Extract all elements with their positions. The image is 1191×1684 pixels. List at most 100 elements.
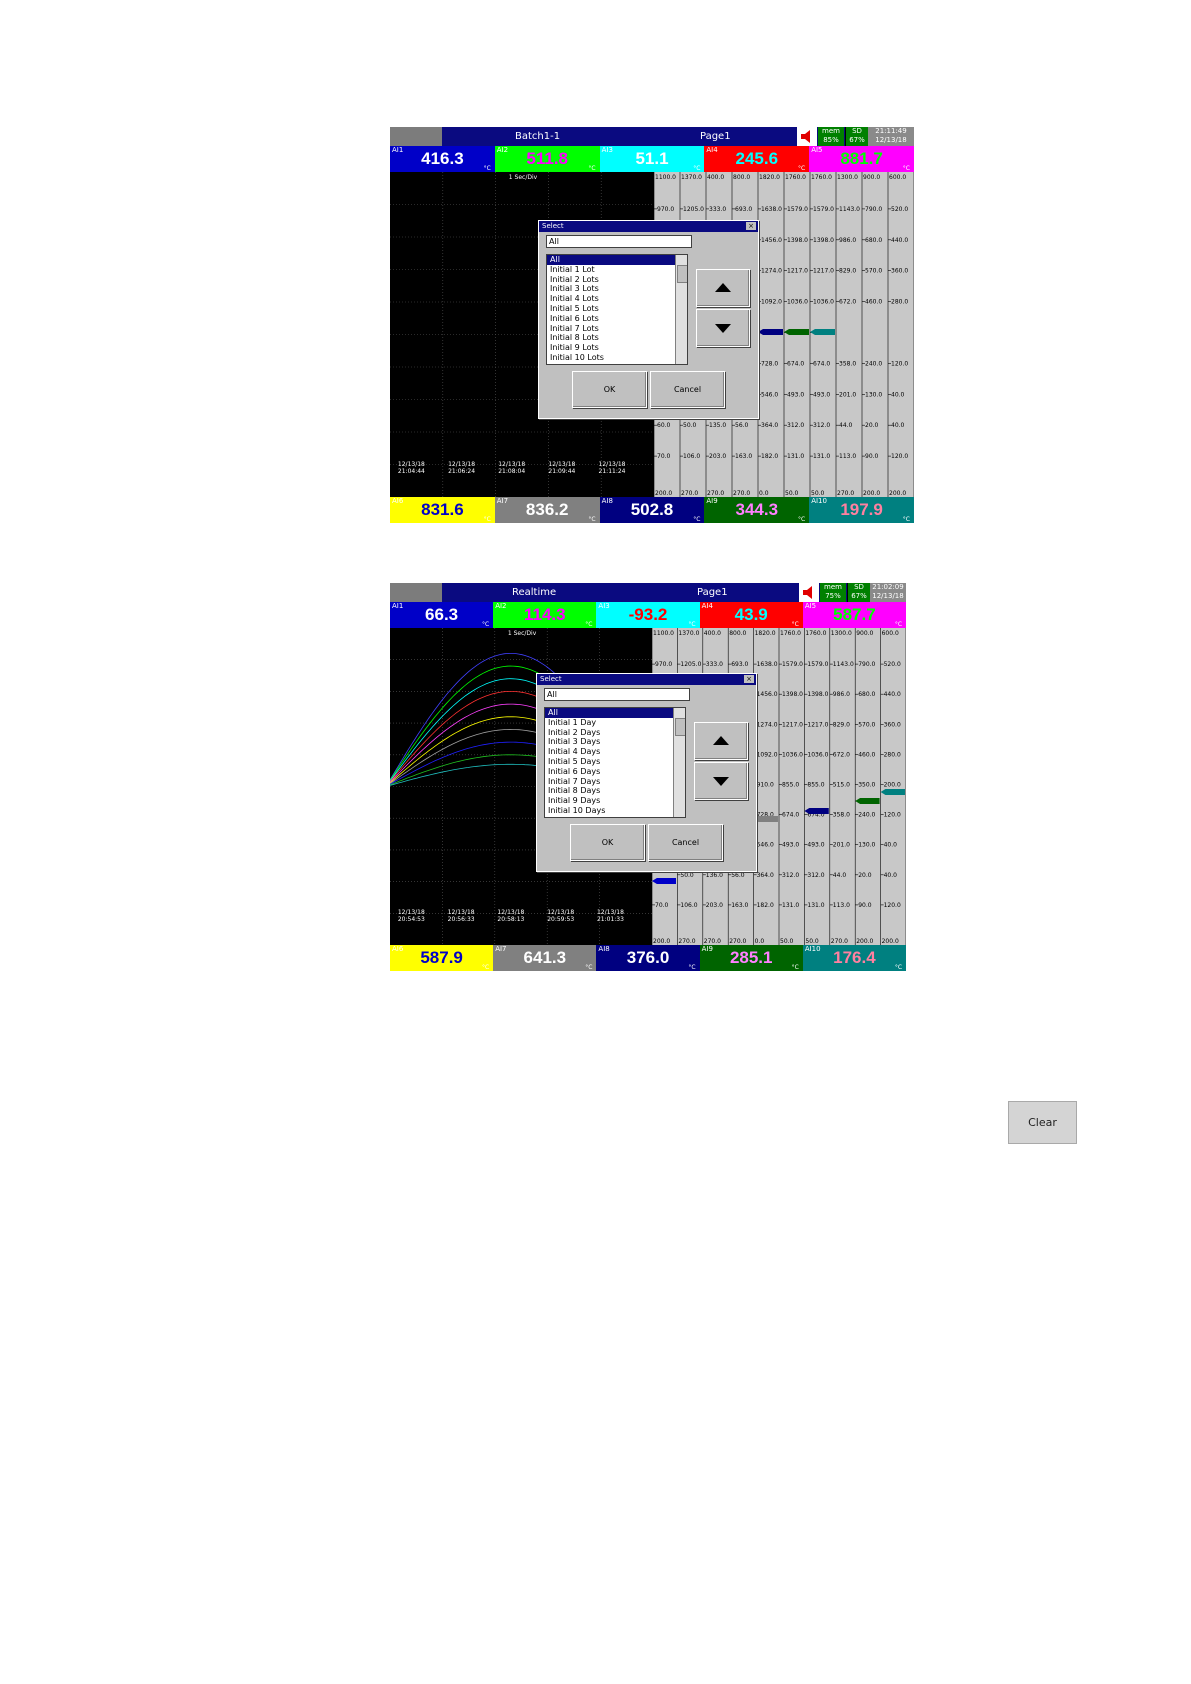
list-item[interactable]: Initial 3 Days	[545, 737, 685, 747]
scale-tick-label: 674.0	[787, 360, 804, 367]
scroll-thumb[interactable]	[675, 718, 685, 736]
selection-list[interactable]: All Initial 1 Day Initial 2 Days Initial 3 …	[544, 707, 686, 818]
channel-unit: °C	[791, 964, 799, 971]
scale-tick-label: 493.0	[813, 391, 830, 398]
list-item[interactable]: Initial 9 Lots	[547, 343, 687, 353]
scale-tick-label: 520.0	[884, 661, 901, 668]
filter-input[interactable]: All	[544, 688, 690, 701]
scale-tick-label: 131.0	[807, 902, 824, 909]
channel-tile[interactable]: AI9 285.1 °C	[699, 945, 803, 971]
scale-tick-label: 1205.0	[680, 661, 701, 668]
bottom-value-row: AI6 587.9 °C AI7 641.3 °C AI8 376.0 °C AI9 285.1 °C…	[390, 945, 906, 971]
time-label: 12/13/18 21:04:44	[398, 461, 425, 475]
scale-tick-label: 1398.0	[782, 691, 803, 698]
scale-tick-label: 1456.0	[757, 691, 778, 698]
scale-tick-label: 693.0	[735, 206, 752, 213]
scale-tick-label: 200.0	[856, 938, 873, 945]
channel-tile[interactable]: AI6 831.6 °C	[390, 497, 495, 523]
channel-tile[interactable]: AI8 376.0 °C	[596, 945, 700, 971]
channel-unit: °C	[482, 621, 490, 628]
channel-tile[interactable]: AI4 43.9 °C	[699, 602, 803, 628]
channel-tile[interactable]: AI5 587.7 °C	[802, 602, 906, 628]
time-label-time: 20:56:33	[447, 916, 475, 923]
list-item[interactable]: Initial 5 Lots	[547, 304, 687, 314]
scale-tick-label: 600.0	[889, 174, 906, 181]
channel-tile[interactable]: AI1 416.3 °C	[390, 146, 495, 172]
cancel-button[interactable]: Cancel	[650, 371, 725, 408]
channel-tile[interactable]: AI7 836.2 °C	[494, 497, 600, 523]
list-scrollbar[interactable]	[675, 255, 687, 364]
scale-tick-label: 1760.0	[785, 174, 806, 181]
list-item[interactable]: Initial 2 Lots	[547, 275, 687, 285]
channel-tile[interactable]: AI7 641.3 °C	[493, 945, 597, 971]
scale-tick-label: 200.0	[884, 782, 901, 789]
channel-unit: °C	[482, 964, 490, 971]
channel-tile[interactable]: AI9 344.3 °C	[704, 497, 810, 523]
cancel-button[interactable]: Cancel	[648, 824, 723, 861]
channel-tile[interactable]: AI1 66.3 °C	[390, 602, 494, 628]
filter-input[interactable]: All	[546, 235, 692, 248]
scale-tick-label: 900.0	[863, 174, 880, 181]
list-item[interactable]: All	[545, 708, 685, 718]
list-item[interactable]: Initial 6 Lots	[547, 314, 687, 324]
scale-tick-label: 106.0	[680, 902, 697, 909]
channel-value: 511.8	[526, 149, 568, 168]
ok-button[interactable]: OK	[570, 824, 645, 861]
channel-tile[interactable]: AI2 114.3 °C	[493, 602, 597, 628]
list-item[interactable]: Initial 3 Lots	[547, 284, 687, 294]
time-label: 12/13/18 21:09:44	[548, 461, 575, 475]
clear-button[interactable]: Clear	[1008, 1101, 1077, 1144]
scroll-up-button[interactable]	[694, 722, 748, 760]
scale-tick-label: 520.0	[891, 206, 908, 213]
scroll-thumb[interactable]	[677, 265, 687, 283]
channel-tile[interactable]: AI4 245.6 °C	[704, 146, 810, 172]
speaker-icon[interactable]	[797, 127, 817, 146]
selection-list[interactable]: All Initial 1 Lot Initial 2 Lots Initial 3 …	[546, 254, 688, 365]
channel-marker	[855, 798, 880, 804]
list-item[interactable]: Initial 6 Days	[545, 767, 685, 777]
list-item[interactable]: Initial 8 Days	[545, 786, 685, 796]
sd-label: SD	[852, 127, 862, 135]
channel-tile[interactable]: AI8 502.8 °C	[599, 497, 705, 523]
list-item[interactable]: Initial 1 Lot	[547, 265, 687, 275]
list-item[interactable]: All	[547, 255, 687, 265]
scale-tick-label: 986.0	[839, 237, 856, 244]
channel-tile[interactable]: AI10 197.9 °C	[809, 497, 914, 523]
channel-unit: °C	[585, 964, 593, 971]
channel-tile[interactable]: AI3 51.1 °C	[599, 146, 705, 172]
close-icon[interactable]: ×	[746, 222, 756, 230]
list-scrollbar[interactable]	[673, 708, 685, 817]
scale-tick-label: 546.0	[757, 842, 774, 849]
scale-tick-label: 800.0	[733, 174, 750, 181]
list-item[interactable]: Initial 8 Lots	[547, 333, 687, 343]
list-item[interactable]: Initial 1 Day	[545, 718, 685, 728]
scale-tick-label: 200.0	[863, 490, 880, 497]
channel-tile[interactable]: AI3 -93.2 °C	[596, 602, 700, 628]
list-item[interactable]: Initial 10 Days	[545, 806, 685, 816]
scale-tick-label: 44.0	[833, 872, 847, 879]
list-item[interactable]: Initial 10 Lots	[547, 353, 687, 363]
channel-tile[interactable]: AI2 511.8 °C	[494, 146, 600, 172]
scroll-down-button[interactable]	[696, 309, 750, 347]
channel-unit: °C	[585, 621, 593, 628]
close-icon[interactable]: ×	[744, 675, 754, 683]
list-item[interactable]: Initial 7 Lots	[547, 324, 687, 334]
list-item[interactable]: Initial 7 Days	[545, 777, 685, 787]
list-item[interactable]: Initial 9 Days	[545, 796, 685, 806]
scroll-down-button[interactable]	[694, 762, 748, 800]
scroll-up-button[interactable]	[696, 269, 750, 307]
scale-tick-label: 1300.0	[837, 174, 858, 181]
list-item[interactable]: Initial 4 Lots	[547, 294, 687, 304]
ok-button[interactable]: OK	[572, 371, 647, 408]
title-block	[390, 127, 442, 146]
list-item[interactable]: Initial 2 Days	[545, 728, 685, 738]
list-item[interactable]: Initial 5 Days	[545, 757, 685, 767]
scale-tick-label: 900.0	[856, 630, 873, 637]
channel-tile[interactable]: AI10 176.4 °C	[802, 945, 906, 971]
speaker-icon[interactable]	[799, 583, 819, 602]
list-item[interactable]: Initial 4 Days	[545, 747, 685, 757]
channel-unit: °C	[588, 165, 596, 172]
channel-tile[interactable]: AI6 587.9 °C	[390, 945, 494, 971]
scale-tick-label: 240.0	[858, 812, 875, 819]
channel-tile[interactable]: AI5 881.7 °C	[809, 146, 914, 172]
